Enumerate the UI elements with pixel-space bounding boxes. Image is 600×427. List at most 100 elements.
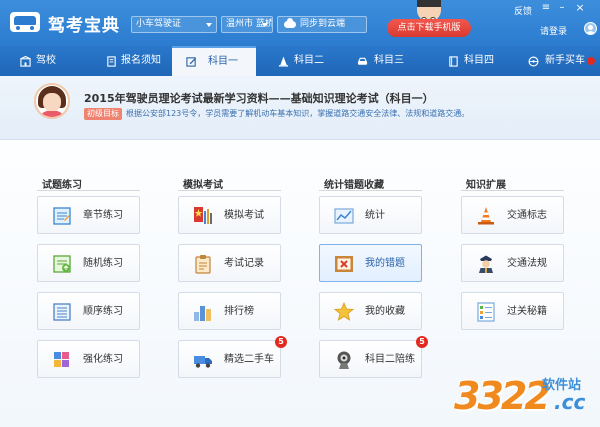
my-mistakes-button[interactable]: 我的错题 — [319, 244, 422, 282]
card-label: 交通法规 — [507, 258, 547, 269]
watermark-suffix: .cc — [554, 390, 586, 414]
main-nav: 驾校 报名须知 科目一 科目二 科目三 科目四 新手买车 — [0, 46, 600, 76]
download-mobile-button[interactable]: 点击下载手机版 — [387, 19, 471, 37]
used-car-count-badge: 5 — [275, 336, 287, 348]
card-label: 科目二陪练 — [365, 354, 415, 365]
my-favorites-button[interactable]: 我的收藏 — [319, 292, 422, 330]
tab-label: 新手买车 — [545, 55, 585, 66]
tab-registration[interactable]: 报名须知 — [90, 46, 170, 76]
card-label: 随机练习 — [83, 258, 123, 269]
star-icon — [334, 302, 354, 321]
tab-subject-three[interactable]: 科目三 — [340, 46, 422, 76]
edit-icon — [186, 57, 197, 67]
card-label: 我的错题 — [365, 258, 405, 269]
random-practice-button[interactable]: 随机练习 — [37, 244, 140, 282]
cloud-icon — [284, 18, 296, 28]
exam-records-button[interactable]: 考试记录 — [178, 244, 281, 282]
info-banner: 2015年驾驶员理论考试最新学习资料——基础知识理论考试（科目一） 初级目标 根… — [0, 76, 600, 140]
card-label: 模拟考试 — [224, 210, 264, 221]
traffic-cone-icon — [478, 207, 494, 225]
statistics-button[interactable]: 统计 — [319, 196, 422, 234]
truck-icon — [194, 356, 212, 368]
section-divider — [178, 190, 281, 191]
license-type-value: 小车驾驶证 — [136, 19, 182, 29]
steering-wheel-icon — [528, 56, 539, 67]
instructor-avatar — [34, 83, 70, 119]
section-divider — [461, 190, 564, 191]
card-label: 章节练习 — [83, 210, 123, 221]
traffic-laws-button[interactable]: 交通法规 — [461, 244, 564, 282]
error-icon — [335, 256, 353, 272]
login-link[interactable]: 请登录 — [540, 24, 567, 37]
intensive-practice-button[interactable]: 强化练习 — [37, 340, 140, 378]
chevron-down-icon — [262, 23, 268, 27]
school-icon — [20, 56, 31, 67]
card-label: 排行榜 — [224, 306, 254, 317]
checklist-icon — [477, 302, 495, 322]
tab-label: 报名须知 — [121, 55, 161, 66]
tab-subject-four[interactable]: 科目四 — [424, 46, 506, 76]
tab-label: 科目四 — [464, 55, 494, 66]
app-title: 驾考宝典 — [48, 16, 120, 36]
banner-description: 根据公安部123号令，学员需要了解机动车基本知识，掌握道路交通安全法律、法规和道… — [126, 109, 470, 118]
exam-icon — [194, 207, 212, 224]
tab-school[interactable]: 驾校 — [0, 46, 82, 76]
practice-partner-button[interactable]: 科目二陪练 — [319, 340, 422, 378]
clipboard-icon — [195, 255, 211, 274]
card-label: 我的收藏 — [365, 306, 405, 317]
police-icon — [479, 255, 493, 273]
tab-subject-one[interactable]: 科目一 — [172, 46, 256, 76]
pass-tips-button[interactable]: 过关秘籍 — [461, 292, 564, 330]
card-label: 顺序练习 — [83, 306, 123, 317]
ranking-icon — [194, 306, 211, 321]
level-badge: 初级目标 — [84, 108, 122, 120]
sync-cloud-button[interactable]: 同步到云端 — [277, 16, 367, 33]
random-icon — [53, 255, 71, 273]
watermark-digits: 3322 — [454, 374, 551, 418]
section-heading-practice: 试题练习 — [42, 180, 82, 191]
used-car-button[interactable]: 精选二手车 — [178, 340, 281, 378]
app-logo-icon — [10, 12, 40, 32]
minimize-icon[interactable]: – — [556, 3, 568, 13]
practice-partner-count-badge: 5 — [416, 336, 428, 348]
chart-icon — [334, 208, 354, 224]
license-type-select[interactable]: 小车驾驶证 — [131, 16, 217, 33]
tab-label: 驾校 — [36, 55, 56, 66]
car-icon — [357, 57, 368, 65]
chapter-practice-button[interactable]: 章节练习 — [37, 196, 140, 234]
tab-label: 科目三 — [374, 55, 404, 66]
title-bar: 驾考宝典 小车驾驶证 温州市 蓝桥驾校 同步到云端 点击下载手机版 反馈 ≡ –… — [0, 0, 600, 46]
section-divider — [37, 190, 140, 191]
notice-icon — [107, 56, 116, 67]
sequence-practice-button[interactable]: 顺序练习 — [37, 292, 140, 330]
ranking-button[interactable]: 排行榜 — [178, 292, 281, 330]
section-heading-stats: 统计错题收藏 — [324, 180, 384, 191]
traffic-signs-button[interactable]: 交通标志 — [461, 196, 564, 234]
tab-subject-two[interactable]: 科目二 — [258, 46, 340, 76]
feedback-link[interactable]: 反馈 — [514, 4, 532, 17]
sequence-icon — [53, 303, 71, 321]
tab-label: 科目一 — [208, 56, 238, 67]
sync-label: 同步到云端 — [300, 19, 346, 29]
site-watermark: 3322 软件站 .cc — [440, 368, 600, 424]
banner-title: 2015年驾驶员理论考试最新学习资料——基础知识理论考试（科目一） — [84, 92, 434, 105]
section-heading-knowledge: 知识扩展 — [466, 180, 506, 191]
coach-icon — [337, 351, 351, 369]
mock-exam-button[interactable]: 模拟考试 — [178, 196, 281, 234]
section-divider — [319, 190, 422, 191]
card-label: 精选二手车 — [224, 354, 274, 365]
card-label: 过关秘籍 — [507, 306, 547, 317]
user-avatar-icon[interactable] — [584, 22, 597, 35]
card-label: 统计 — [365, 210, 385, 221]
chevron-down-icon — [206, 23, 212, 27]
menu-icon[interactable]: ≡ — [540, 3, 552, 13]
card-label: 考试记录 — [224, 258, 264, 269]
close-icon[interactable]: × — [574, 2, 586, 13]
blocks-icon — [54, 352, 69, 367]
cone-icon — [278, 56, 289, 67]
tab-label: 科目二 — [294, 55, 324, 66]
book-icon — [449, 56, 458, 67]
card-label: 交通标志 — [507, 210, 547, 221]
section-heading-mock-exam: 模拟考试 — [183, 180, 223, 191]
school-select[interactable]: 温州市 蓝桥驾校 — [221, 16, 273, 33]
